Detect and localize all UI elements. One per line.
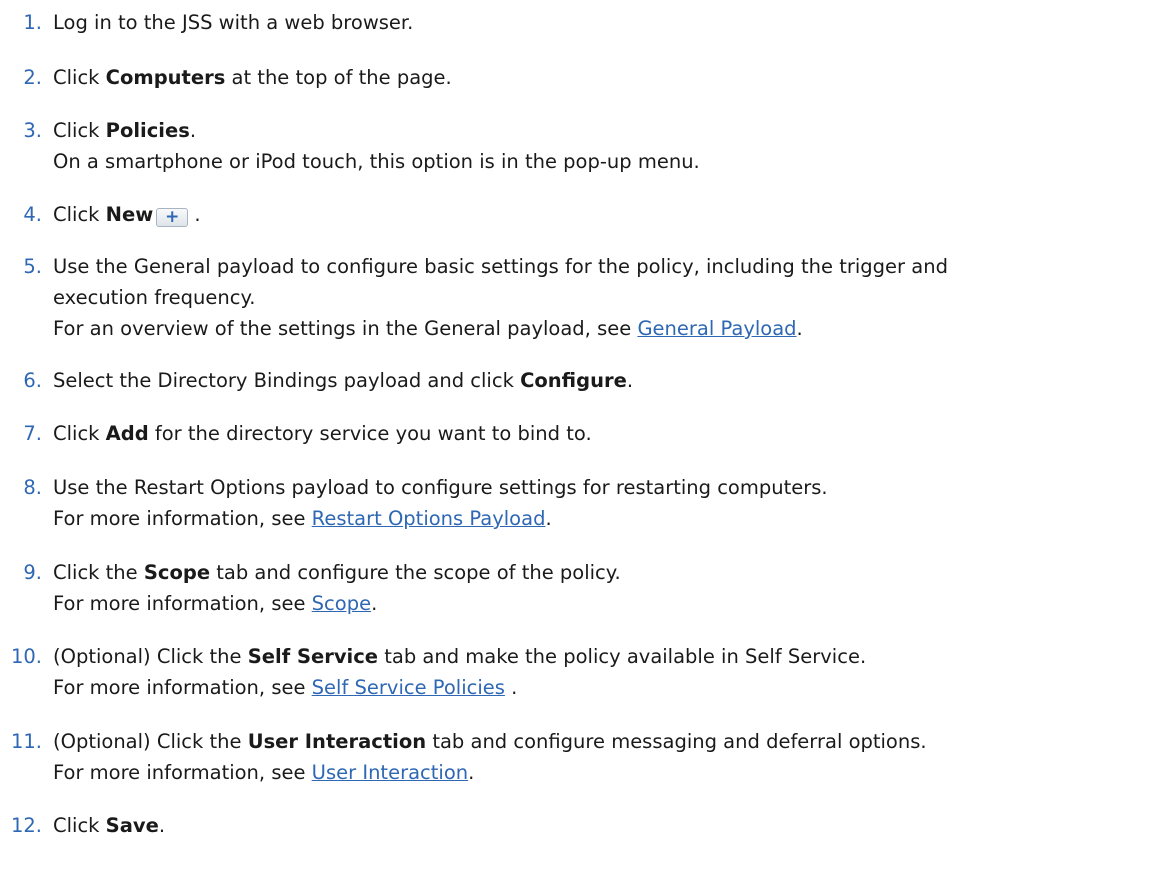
ui-term: Add (105, 422, 149, 445)
ui-term: Computers (105, 66, 226, 89)
step-number: 6. (23, 369, 42, 392)
ui-term: Policies (105, 119, 190, 142)
user-interaction-link[interactable]: User Interaction (312, 761, 468, 784)
ui-term: User Interaction (247, 730, 427, 753)
step-note: On a smartphone or iPod touch, this opti… (53, 150, 700, 173)
ui-term: Scope (143, 561, 211, 584)
step-text: Click Computers at the top of the page. (53, 66, 452, 89)
step-number: 12. (10, 814, 42, 837)
step-note: For more information, see Scope. (53, 592, 378, 615)
step-text: Log in to the JSS with a web browser. (53, 11, 414, 34)
step-text: Use the Restart Options payload to confi… (53, 472, 1153, 534)
step-number: 7. (23, 422, 42, 445)
step-number: 5. (23, 255, 42, 278)
step-text: Use the General payload to configure bas… (53, 251, 1153, 344)
step-text: (Optional) Click the Self Service tab an… (53, 641, 1153, 703)
general-payload-link[interactable]: General Payload (637, 317, 796, 340)
step-number: 2. (23, 66, 42, 89)
step-note: For more information, see Self Service P… (53, 676, 518, 699)
step-number: 9. (23, 561, 42, 584)
step-text: Click Policies. On a smartphone or iPod … (53, 115, 1153, 177)
step-text: Click Save. (53, 814, 166, 837)
step-number: 4. (23, 203, 42, 226)
restart-options-payload-link[interactable]: Restart Options Payload (312, 507, 546, 530)
step-number: 3. (23, 119, 42, 142)
self-service-policies-link[interactable]: Self Service Policies (312, 676, 505, 699)
ui-term: Save (105, 814, 159, 837)
ui-term: Configure (520, 369, 627, 392)
scope-link[interactable]: Scope (312, 592, 371, 615)
step-text: Click the Scope tab and configure the sc… (53, 557, 1153, 619)
step-number: 1. (23, 11, 42, 34)
step-number: 10. (10, 645, 42, 668)
step-text: Click New + . (53, 203, 201, 227)
step-note: For more information, see Restart Option… (53, 507, 552, 530)
step-number: 11. (10, 730, 42, 753)
step-text: Click Add for the directory service you … (53, 422, 592, 445)
step-note: For more information, see User Interacti… (53, 761, 475, 784)
plus-icon: + (156, 208, 189, 227)
step-text: Select the Directory Bindings payload an… (53, 369, 634, 392)
step-note: For an overview of the settings in the G… (53, 317, 803, 340)
step-text: (Optional) Click the User Interaction ta… (53, 726, 1153, 788)
ui-term: Self Service (247, 645, 379, 668)
step-number: 8. (23, 476, 42, 499)
ui-term: New (105, 203, 154, 226)
